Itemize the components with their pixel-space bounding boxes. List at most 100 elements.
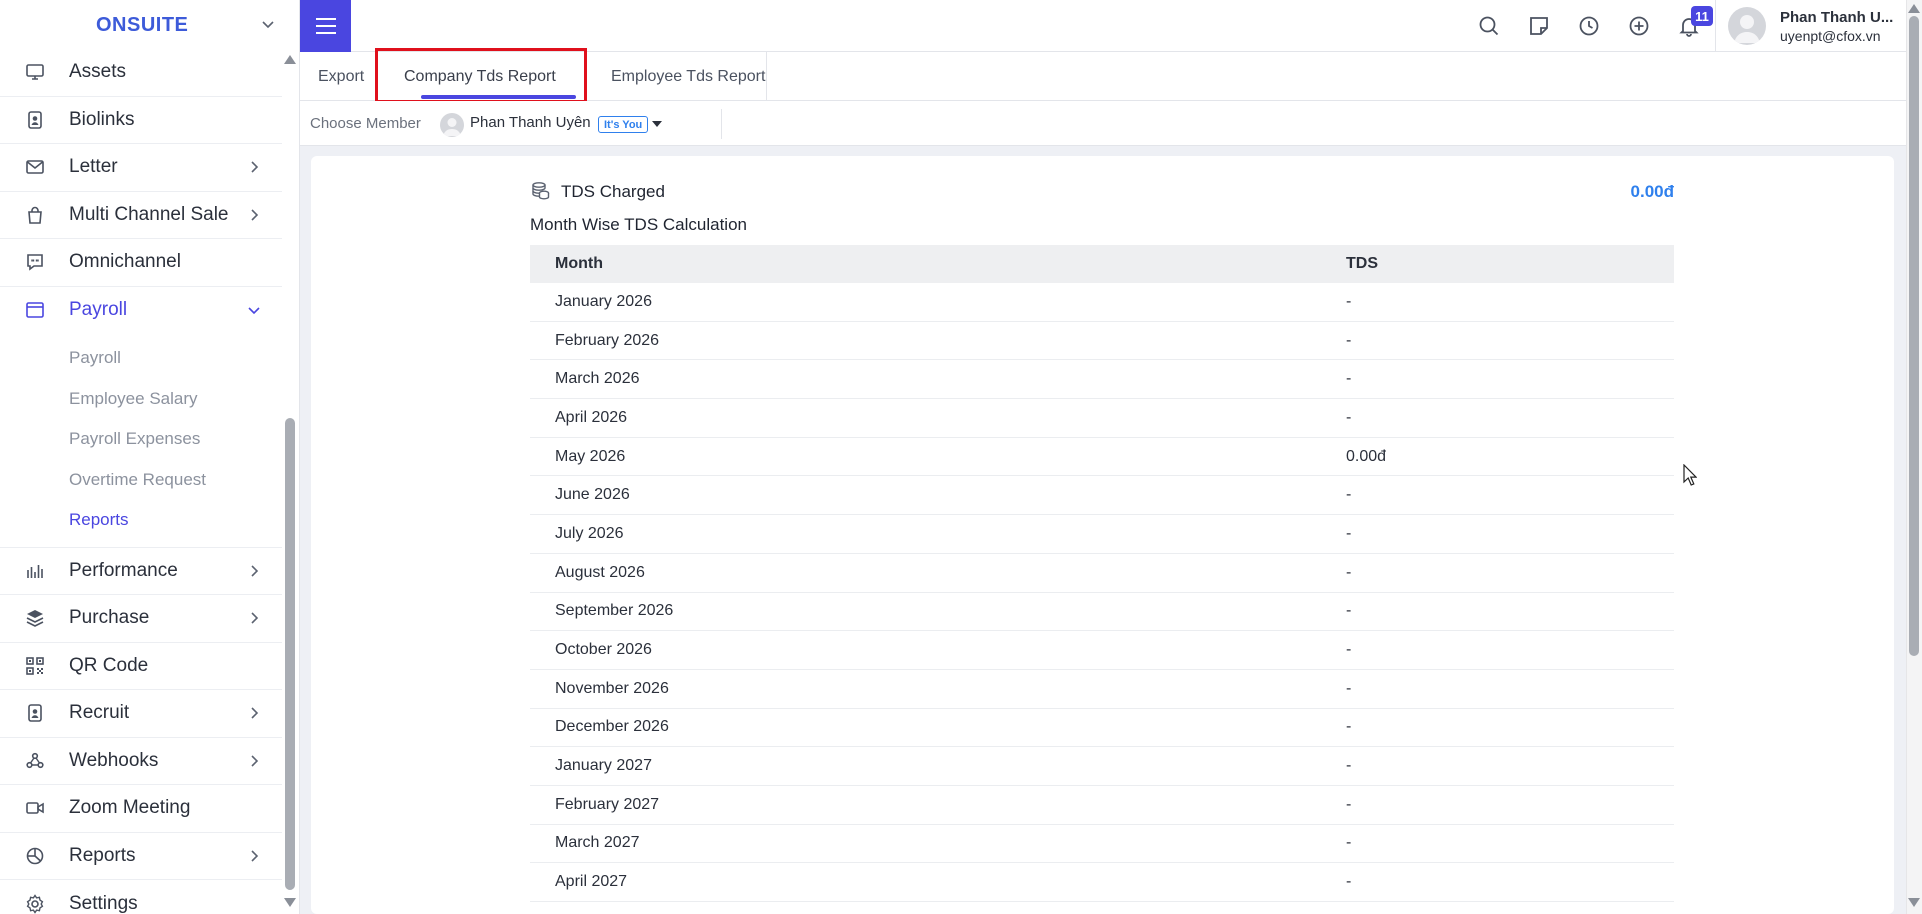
brand[interactable]: ONSUITE [0,0,299,50]
section-title: Month Wise TDS Calculation [530,215,747,234]
sidebar-item-multi-channel-sale[interactable]: Multi Channel Sale [0,192,282,239]
sidebar-item-label: Performance [69,559,178,581]
tds-cell: - [1346,718,1352,736]
tab-export[interactable]: Export [302,52,380,101]
tds-cell: - [1346,602,1352,620]
sidebar-item-label: Payroll [69,299,128,321]
sidebar-item-recruit[interactable]: Recruit [0,690,282,738]
video-camera-icon [24,797,46,819]
clock-icon[interactable] [1576,13,1602,39]
sidebar-scrollbar-thumb[interactable] [285,418,295,890]
tds-cell: - [1346,292,1352,310]
month-cell: January 2027 [555,757,652,775]
tds-table: Month TDS January 2026- February 2026- Mar… [530,245,1674,902]
table-row: June 2026 - [530,476,1674,516]
sidebar-item-omnichannel[interactable]: Omnichannel [0,239,282,287]
month-cell: October 2026 [555,641,652,659]
chevron-right-icon [251,850,259,862]
sidebar-item-label: Purchase [69,607,150,629]
month-cell: June 2026 [555,486,630,504]
tab-divider [766,52,767,101]
table-row: October 2026 - [530,631,1674,670]
divider [721,109,722,139]
tds-charged-total: 0.00đ [1630,182,1674,201]
sidebar-item-performance[interactable]: Performance [0,548,282,595]
submenu-item-payroll-expenses[interactable]: Payroll Expenses [0,419,282,460]
sidebar-item-label: Multi Channel Sale [69,203,229,225]
divider [1715,0,1716,52]
member-selector-bar: Choose Member Phan Thanh Uyên It's You [300,101,1906,146]
sticky-note-icon[interactable] [1526,13,1552,39]
page-scroll-down[interactable] [1908,898,1920,907]
search-icon[interactable] [1476,13,1502,39]
user-name[interactable]: Phan Thanh U... [1780,9,1893,26]
avatar[interactable] [1728,7,1766,45]
month-cell: March 2026 [555,370,640,388]
chevron-down-icon[interactable] [260,16,276,32]
webhook-icon [24,750,46,772]
table-row: November 2026 - [530,670,1674,709]
sidebar-scroll-up[interactable] [284,55,296,64]
tds-summary: TDS Charged 0.00đ [530,180,1674,206]
topbar: 11 Phan Thanh U... uyenpt@cfox.vn [300,0,1906,52]
shopping-bag-icon [24,204,46,226]
chevron-right-icon [251,755,259,767]
page-scroll-up[interactable] [1908,4,1920,13]
tds-cell: - [1346,873,1352,891]
submenu-item-overtime-request[interactable]: Overtime Request [0,460,282,501]
hamburger-icon [315,18,336,34]
mouse-cursor-icon [1683,464,1697,486]
tds-cell: - [1346,679,1352,697]
tds-cell: - [1346,408,1352,426]
sidebar-item-webhooks[interactable]: Webhooks [0,738,282,785]
member-name[interactable]: Phan Thanh Uyên [470,114,591,131]
sidebar-item-qr-code[interactable]: QR Code [0,643,282,690]
menu-toggle-button[interactable] [300,0,351,52]
table-row: February 2027 - [530,786,1674,825]
tds-cell: - [1346,370,1352,388]
tds-charged-title: TDS Charged [561,182,665,201]
member-dropdown-caret-icon[interactable] [652,121,662,127]
tab-employee-tds-report[interactable]: Employee Tds Report [595,52,781,101]
sidebar-item-zoom-meeting[interactable]: Zoom Meeting [0,785,282,833]
tds-cell: - [1346,331,1352,349]
submenu-item-payroll[interactable]: Payroll [0,338,282,379]
sidebar: ONSUITE Assets Biolinks Letter Multi Cha… [0,0,300,914]
sidebar-item-payroll[interactable]: Payroll [0,287,282,335]
sidebar-item-settings[interactable]: Settings [0,880,282,914]
table-row: April 2027 - [530,863,1674,902]
submenu-item-employee-salary[interactable]: Employee Salary [0,379,282,420]
layers-icon [24,607,46,629]
id-badge-icon [24,109,46,131]
tds-cell: - [1346,834,1352,852]
tds-cell: - [1346,524,1352,542]
table-row: January 2026 - [530,283,1674,322]
sidebar-item-label: Recruit [69,702,130,724]
envelope-icon [24,156,46,178]
sidebar-item-assets[interactable]: Assets [0,49,282,97]
sidebar-item-label: Biolinks [69,108,135,130]
table-body: January 2026- February 2026- March 2026- Ap… [530,283,1674,902]
sidebar-item-reports[interactable]: Reports [0,833,282,880]
submenu-item-reports[interactable]: Reports [0,500,282,541]
month-cell: March 2027 [555,834,640,852]
page-scrollbar-thumb[interactable] [1909,16,1919,656]
gear-icon [24,893,46,914]
sidebar-item-purchase[interactable]: Purchase [0,595,282,643]
table-row: July 2026 - [530,515,1674,554]
tds-cell: - [1346,486,1352,504]
sidebar-item-biolinks[interactable]: Biolinks [0,97,282,144]
chevron-right-icon [251,565,259,577]
month-cell: February 2026 [555,331,660,349]
month-cell: December 2026 [555,718,669,736]
add-circle-icon[interactable] [1626,13,1652,39]
month-cell: November 2026 [555,679,669,697]
table-row: January 2027 - [530,747,1674,786]
sidebar-item-label: Letter [69,156,118,178]
sidebar-item-letter[interactable]: Letter [0,144,282,192]
table-row: May 2026 0.00đ [530,438,1674,477]
month-cell: January 2026 [555,292,652,310]
month-cell: May 2026 [555,447,626,465]
sidebar-scroll-down[interactable] [284,898,296,907]
chevron-right-icon [251,612,259,624]
